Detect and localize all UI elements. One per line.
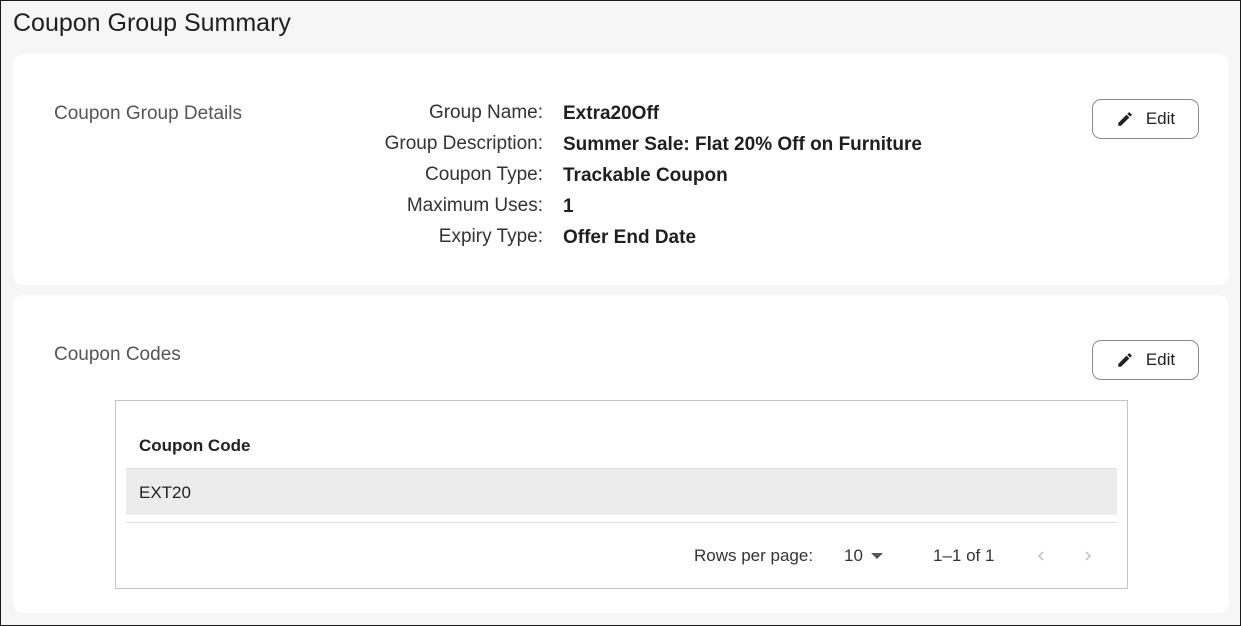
edit-codes-button[interactable]: Edit <box>1092 340 1199 380</box>
edit-details-button[interactable]: Edit <box>1092 99 1199 139</box>
rows-per-page-select[interactable]: 10 <box>844 543 888 569</box>
detail-key: Maximum Uses: <box>406 195 543 216</box>
rows-per-page-label: Rows per page: <box>694 546 814 565</box>
caret-down-icon <box>870 553 883 559</box>
coupon-group-details-card: Coupon Group Details Group Name: Extra20… <box>13 54 1229 285</box>
detail-key: Group Description: <box>384 133 543 154</box>
page-title: Coupon Group Summary <box>13 9 291 37</box>
detail-value: 1 <box>563 196 574 217</box>
coupon-codes-card: Coupon Codes Edit Coupon Code EXT20 Rows… <box>13 295 1229 613</box>
rows-per-page-value: 10 <box>844 546 863 565</box>
pencil-icon <box>1118 353 1132 367</box>
detail-value: Extra20Off <box>563 103 660 124</box>
detail-row-coupon-type: Coupon Type: Trackable Coupon <box>13 164 1013 195</box>
detail-key: Expiry Type: <box>438 226 543 247</box>
detail-row-expiry-type: Expiry Type: Offer End Date <box>13 226 1013 257</box>
table-pagination: Rows per page: 10 1–1 of 1 <box>116 523 1129 589</box>
detail-value: Offer End Date <box>563 227 697 248</box>
pagination-range: 1–1 of 1 <box>933 546 995 565</box>
detail-row-group-description: Group Description: Summer Sale: Flat 20%… <box>13 133 1013 164</box>
detail-row-group-name: Group Name: Extra20Off <box>13 102 1013 133</box>
table-cell-coupon-code: EXT20 <box>139 483 191 502</box>
chevron-right-icon <box>1085 551 1091 561</box>
detail-value: Summer Sale: Flat 20% Off on Furniture <box>563 134 922 155</box>
previous-page-button[interactable] <box>1026 541 1056 571</box>
next-page-button[interactable] <box>1073 541 1103 571</box>
page-frame: Coupon Group Summary Coupon Group Detail… <box>0 0 1241 626</box>
detail-value: Trackable Coupon <box>563 165 728 186</box>
coupon-codes-table: Coupon Code EXT20 Rows per page: 10 1–1 … <box>115 400 1128 589</box>
detail-key: Coupon Type: <box>425 164 543 185</box>
pencil-icon <box>1118 112 1132 126</box>
column-header-coupon-code[interactable]: Coupon Code <box>139 436 250 456</box>
detail-key: Group Name: <box>428 102 543 123</box>
edit-button-label: Edit <box>1145 350 1176 369</box>
chevron-left-icon <box>1038 551 1044 561</box>
codes-section-label: Coupon Codes <box>54 344 181 365</box>
detail-row-maximum-uses: Maximum Uses: 1 <box>13 195 1013 226</box>
table-row[interactable]: EXT20 <box>126 468 1117 515</box>
edit-button-label: Edit <box>1145 109 1176 128</box>
